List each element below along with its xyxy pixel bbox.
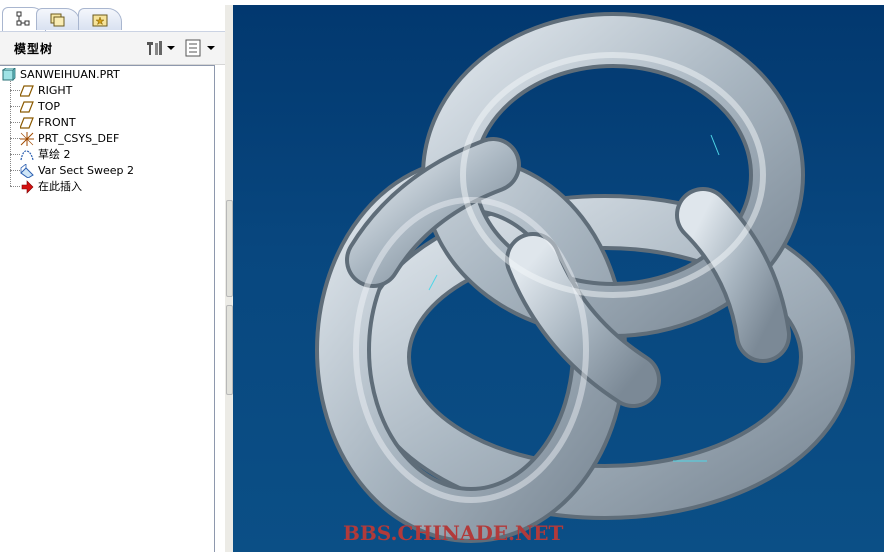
chevron-down-icon — [207, 46, 215, 50]
tree-connector — [10, 186, 20, 187]
tree-connector — [10, 90, 20, 91]
tree-settings-icon — [147, 41, 162, 55]
tree-show-icon — [185, 39, 201, 57]
tree-item-label: TOP — [38, 100, 61, 113]
datum-line — [710, 134, 720, 156]
favorites-tab[interactable] — [78, 8, 122, 30]
navigator-tab-bar — [0, 5, 225, 32]
tree-show-button[interactable] — [184, 38, 216, 58]
part-icon — [2, 68, 16, 81]
panel-resize-sash[interactable] — [225, 5, 233, 552]
tree-connector — [10, 154, 20, 155]
datum-plane-icon — [20, 101, 34, 113]
graphics-viewport[interactable]: BBS.CHINADE.NET — [233, 5, 884, 552]
sweep-icon — [20, 164, 34, 178]
sash-grip[interactable] — [226, 200, 233, 297]
tree-item-label: 在此插入 — [38, 180, 82, 193]
tree-connector — [10, 122, 20, 123]
folder-browser-tab[interactable] — [36, 8, 80, 30]
favorites-icon — [92, 14, 108, 27]
tree-item-label: FRONT — [38, 116, 76, 129]
trefoil-knot-model[interactable] — [233, 5, 884, 552]
navigator-panel: 模型树 SANWEIHUAN.PRT RIGHT TOP FRONT PRT_C… — [0, 5, 225, 552]
folder-browser-icon — [50, 13, 65, 27]
model-tree-header: 模型树 — [0, 32, 225, 65]
datum-plane-icon — [20, 85, 34, 97]
tree-item-label: RIGHT — [38, 84, 73, 97]
tree-item-label: 草绘 2 — [38, 148, 71, 161]
watermark-text: BBS.CHINADE.NET — [343, 521, 564, 545]
tree-item-label: PRT_CSYS_DEF — [38, 132, 120, 145]
sash-grip[interactable] — [226, 305, 233, 395]
tree-settings-button[interactable] — [144, 38, 176, 58]
tree-item-label: Var Sect Sweep 2 — [38, 164, 135, 177]
tree-connector — [10, 138, 20, 139]
model-tree-title: 模型树 — [14, 42, 54, 56]
coordinate-system-icon — [20, 132, 34, 146]
model-tree: SANWEIHUAN.PRT RIGHT TOP FRONT PRT_CSYS_… — [0, 65, 215, 552]
datum-plane-icon — [20, 117, 34, 129]
tree-connector — [10, 106, 20, 107]
chevron-down-icon — [167, 46, 175, 50]
insert-here-arrow-icon — [21, 180, 34, 194]
tree-connector — [10, 170, 20, 171]
model-tree-icon — [16, 11, 30, 26]
sketch-icon — [20, 150, 34, 161]
tree-item-label: SANWEIHUAN.PRT — [20, 68, 120, 81]
